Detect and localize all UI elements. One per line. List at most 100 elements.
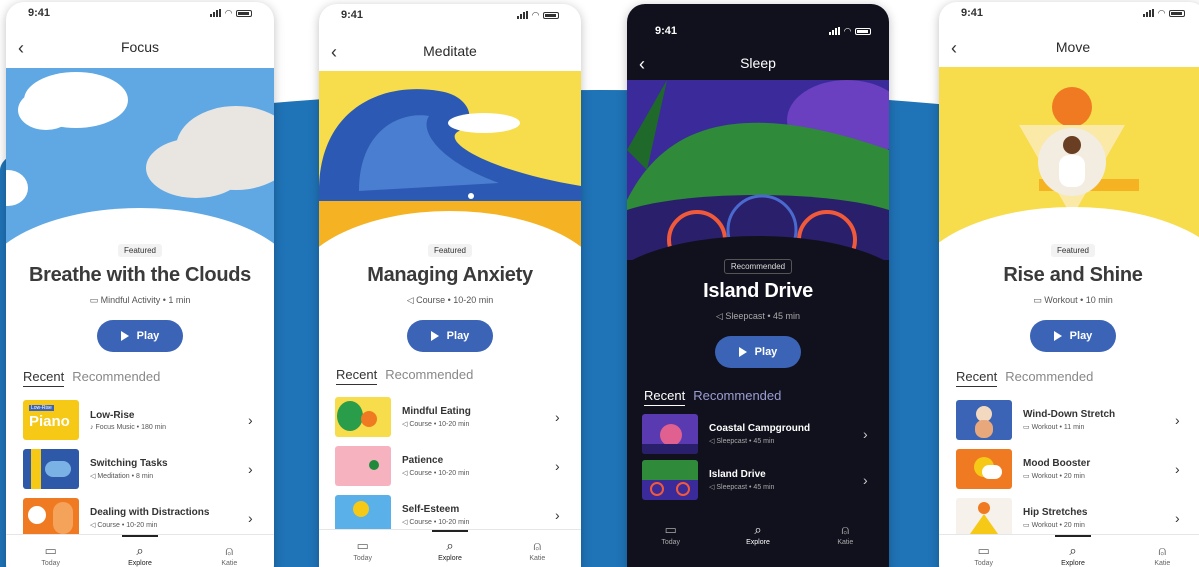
bottom-tab-bar: ▭ Today ⌕ Explore ⍝ Katie [6, 534, 274, 567]
person-icon: ⍝ [533, 537, 542, 553]
featured-badge: Featured [117, 244, 163, 257]
item-thumbnail [956, 498, 1012, 538]
tab-today[interactable]: ▭ Today [21, 543, 81, 567]
list-item[interactable]: Coastal Campground ◁ Sleepcast • 45 min … [642, 414, 875, 454]
featured-meta: ▭ Mindful Activity • 1 min [89, 295, 191, 305]
chevron-right-icon: › [863, 472, 868, 488]
tab-explore[interactable]: ⌕ Explore [110, 543, 170, 567]
hero-illustration [6, 68, 274, 248]
item-title: Dealing with Distractions [90, 507, 210, 518]
play-button[interactable]: Play [715, 336, 801, 368]
status-bar: 9:41 ◠ [939, 2, 1199, 24]
chevron-right-icon: › [863, 426, 868, 442]
tab-profile[interactable]: ⍝ Katie [199, 543, 259, 567]
tab-today[interactable]: ▭ Today [641, 522, 701, 546]
list-item[interactable]: Mood Booster ▭ Workout • 20 min › [956, 449, 1187, 489]
status-time: 9:41 [341, 9, 364, 21]
tab-recommended[interactable]: Recommended [385, 367, 473, 385]
tab-today[interactable]: ▭ Today [954, 543, 1014, 567]
content-tabs: Recent Recommended [336, 367, 473, 385]
item-thumbnail [956, 400, 1012, 440]
featured-badge: Featured [427, 244, 473, 257]
tab-today[interactable]: ▭ Today [333, 538, 393, 562]
tab-explore[interactable]: ⌕ Explore [728, 522, 788, 546]
back-button[interactable]: ‹ [331, 42, 337, 63]
play-button[interactable]: Play [407, 320, 493, 352]
island-drive-illustration [627, 80, 889, 260]
list-item[interactable]: Mindful Eating ◁ Course • 10-20 min › [335, 397, 567, 437]
list-item[interactable]: Dealing with Distractions ◁ Course • 10-… [23, 498, 260, 538]
item-meta: ◁ Course • 10-20 min [402, 519, 470, 526]
person-icon: ⍝ [841, 522, 850, 537]
back-button[interactable]: ‹ [951, 38, 957, 59]
speaker-icon: ◁ [90, 522, 96, 529]
list-item[interactable]: Wind-Down Stretch ▭ Workout • 11 min › [956, 400, 1187, 440]
featured-meta: ◁ Sleepcast • 45 min [715, 311, 801, 321]
tab-profile[interactable]: ⍝ Katie [1132, 543, 1192, 567]
back-button[interactable]: ‹ [639, 54, 645, 75]
content-list: Wind-Down Stretch ▭ Workout • 11 min › M… [956, 400, 1187, 547]
featured-meta: ◁ Course • 10-20 min [406, 295, 494, 305]
list-item[interactable]: Low-Rise Piano Low-Rise ♪ Focus Music • … [23, 400, 260, 440]
item-title: Wind-Down Stretch [1023, 409, 1116, 420]
featured-section: Recommended Island Drive ◁ Sleepcast • 4… [627, 256, 889, 368]
content-tabs: Recent Recommended [644, 388, 781, 406]
tab-profile[interactable]: ⍝ Katie [815, 522, 875, 546]
tab-explore[interactable]: ⌕ Explore [420, 538, 480, 562]
status-bar: 9:41 ◠ [6, 2, 274, 24]
wifi-icon: ◠ [844, 25, 851, 36]
item-meta: ▭ Workout • 11 min [1023, 424, 1085, 431]
tab-recent[interactable]: Recent [23, 369, 65, 387]
today-icon: ▭ [977, 542, 990, 558]
battery-icon [543, 11, 559, 19]
status-time: 9:41 [961, 7, 984, 19]
page-title: Meditate [423, 43, 477, 59]
tab-profile[interactable]: ⍝ Katie [507, 538, 567, 562]
tab-recent[interactable]: Recent [336, 367, 378, 385]
battery-icon [855, 27, 871, 35]
list-item[interactable]: Hip Stretches ▭ Workout • 20 min › [956, 498, 1187, 538]
person-icon: ⍝ [1158, 542, 1167, 558]
item-meta: ◁ Meditation • 8 min [90, 473, 154, 480]
speaker-icon: ◁ [715, 311, 723, 321]
phone-meditate: 9:41 ◠ ‹ Meditate Featured Managing Anxi… [319, 4, 581, 567]
chevron-right-icon: › [248, 510, 253, 526]
back-button[interactable]: ‹ [18, 38, 24, 59]
item-meta: ▭ Workout • 20 min [1023, 522, 1085, 529]
list-item[interactable]: Patience ◁ Course • 10-20 min › [335, 446, 567, 486]
play-button[interactable]: Play [1030, 320, 1116, 352]
chevron-right-icon: › [1175, 412, 1180, 428]
person-icon: ⍝ [225, 542, 234, 558]
bottom-tab-bar: ▭ Today ⌕ Explore ⍝ Katie [939, 534, 1199, 567]
list-item[interactable]: Switching Tasks ◁ Meditation • 8 min › [23, 449, 260, 489]
list-item[interactable]: Island Drive ◁ Sleepcast • 45 min › [642, 460, 875, 500]
item-thumbnail: Low-Rise Piano [23, 400, 79, 440]
battery-icon [1169, 9, 1185, 17]
tab-recommended[interactable]: Recommended [72, 369, 160, 387]
item-title: Island Drive [709, 469, 766, 480]
item-meta: ◁ Sleepcast • 45 min [709, 438, 775, 445]
item-title: Self-Esteem [402, 504, 460, 515]
tab-recent[interactable]: Recent [644, 388, 686, 406]
item-meta: ◁ Sleepcast • 45 min [709, 484, 775, 491]
search-icon: ⌕ [1069, 542, 1077, 558]
nav-bar: ‹ Focus [6, 32, 274, 62]
play-button[interactable]: Play [97, 320, 183, 352]
video-icon: ▭ [1023, 522, 1030, 529]
content-list: Mindful Eating ◁ Course • 10-20 min › Pa… [335, 397, 567, 544]
speaker-icon: ◁ [402, 421, 408, 428]
tab-recommended[interactable]: Recommended [693, 388, 781, 406]
item-title: Hip Stretches [1023, 507, 1088, 518]
video-icon: ▭ [1033, 295, 1042, 305]
tab-recommended[interactable]: Recommended [1005, 369, 1093, 387]
signal-icon [829, 27, 841, 35]
signal-icon [1143, 9, 1155, 17]
today-icon: ▭ [356, 537, 369, 553]
tab-explore[interactable]: ⌕ Explore [1043, 543, 1103, 567]
speaker-icon: ◁ [90, 473, 96, 480]
wifi-icon: ◠ [1158, 7, 1165, 18]
tab-recent[interactable]: Recent [956, 369, 998, 387]
featured-section: Featured Managing Anxiety ◁ Course • 10-… [319, 240, 581, 352]
item-title: Mindful Eating [402, 406, 471, 417]
video-icon: ▭ [1023, 473, 1030, 480]
